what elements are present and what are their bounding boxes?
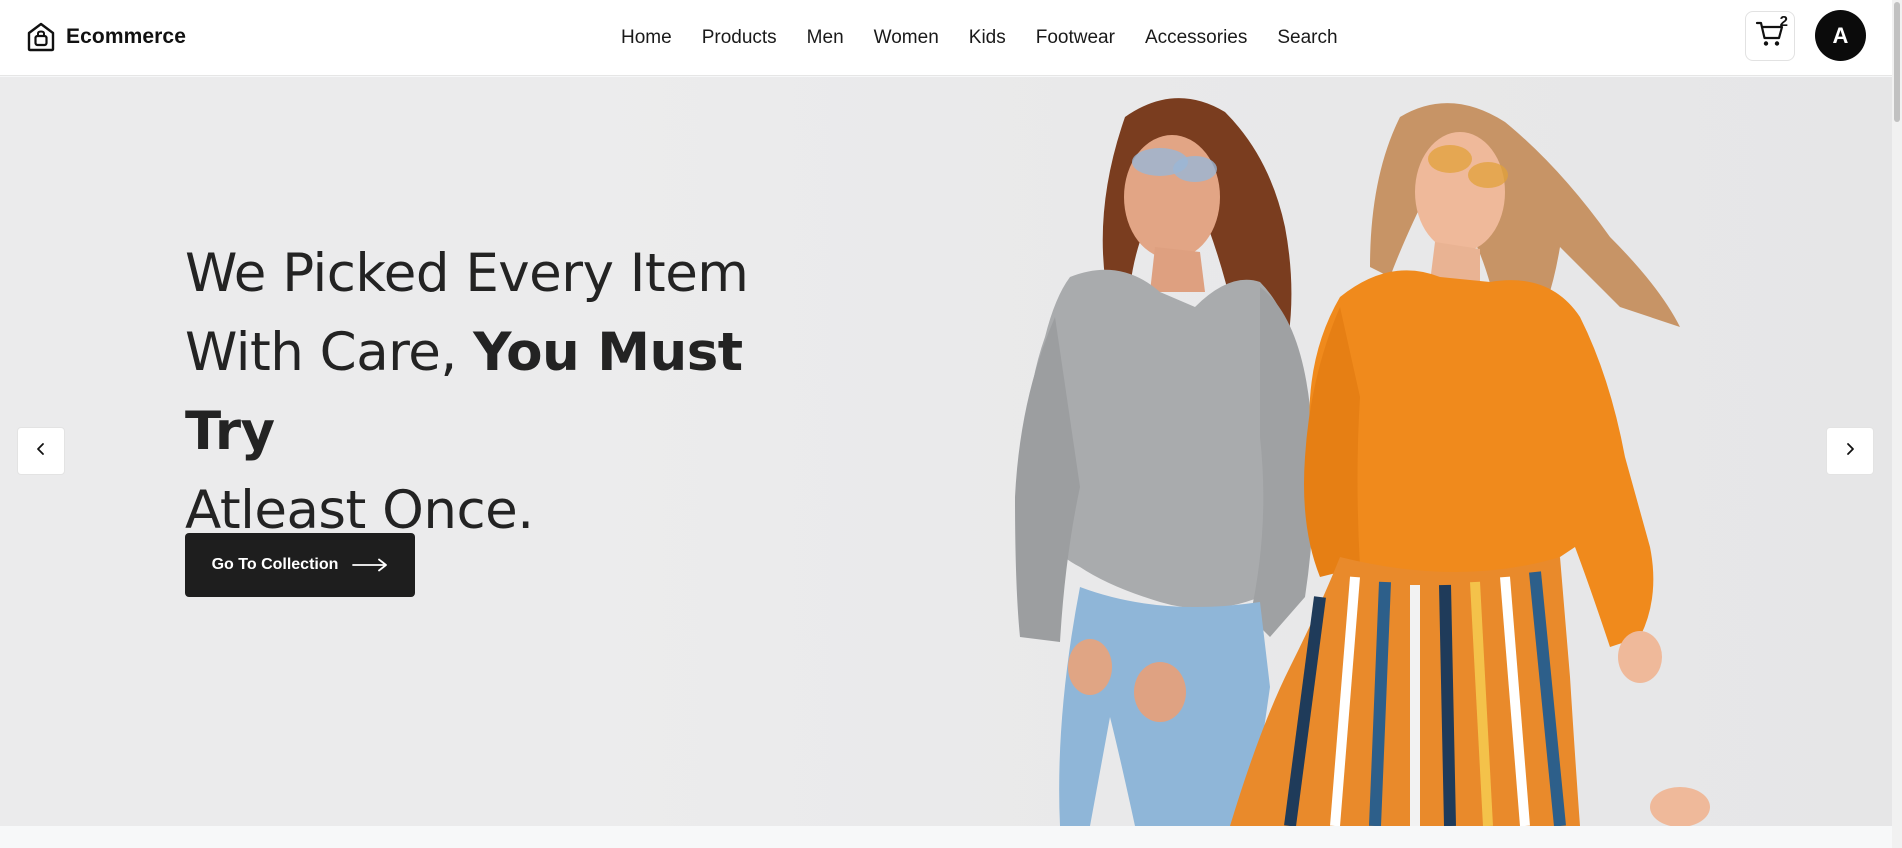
headline-line-2: With Care, You Must Try [185,313,845,471]
headline-line-2-regular: With Care, [185,322,474,383]
arrow-right-icon [352,558,388,572]
go-to-collection-button[interactable]: Go To Collection [185,533,415,597]
page: Ecommerce Home Products Men Women Kids F… [0,0,1902,848]
cart-count-badge: 2 [1779,13,1788,30]
nav-footwear[interactable]: Footwear [1036,27,1115,49]
nav-accessories[interactable]: Accessories [1145,27,1247,49]
brand-logo-link[interactable]: Ecommerce [26,19,186,55]
nav-home[interactable]: Home [621,27,672,49]
nav-kids[interactable]: Kids [969,27,1006,49]
user-avatar[interactable]: A [1815,10,1866,61]
cart-button[interactable]: 2 [1745,11,1795,61]
top-nav-bar: Ecommerce Home Products Men Women Kids F… [0,0,1902,76]
hero-carousel: We Picked Every Item With Care, You Must… [0,77,1892,826]
shopping-bag-icon [26,22,56,52]
nav-women[interactable]: Women [874,27,939,49]
hero-image [1015,98,1710,826]
cta-label: Go To Collection [211,556,339,573]
next-section-edge [0,826,1892,848]
scrollbar-thumb[interactable] [1894,2,1900,122]
carousel-prev-button[interactable] [17,427,65,475]
brand-name: Ecommerce [66,25,186,48]
main-nav: Home Products Men Women Kids Footwear Ac… [621,24,1338,52]
carousel-next-button[interactable] [1826,427,1874,475]
hero-headline: We Picked Every Item With Care, You Must… [185,234,845,550]
chevron-left-icon [35,442,47,461]
headline-line-1: We Picked Every Item [185,243,749,304]
page-scrollbar[interactable] [1892,0,1902,848]
nav-search[interactable]: Search [1277,27,1337,49]
chevron-right-icon [1844,442,1856,461]
nav-products[interactable]: Products [702,27,777,49]
nav-men[interactable]: Men [807,27,844,49]
